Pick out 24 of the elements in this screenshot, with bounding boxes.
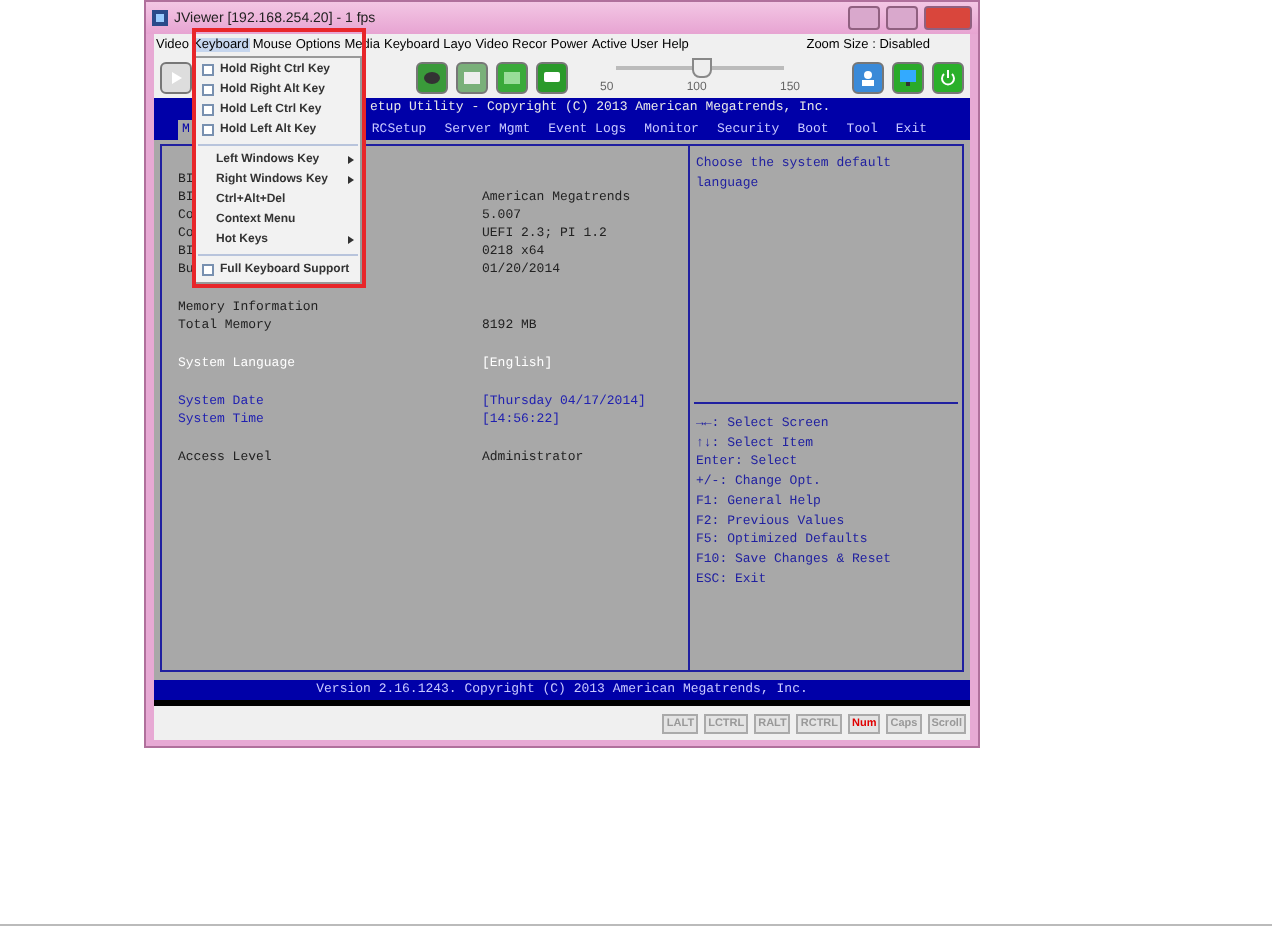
mouse-button[interactable] [416, 61, 448, 93]
checkbox[interactable] [202, 64, 214, 76]
keyboard-button[interactable] [536, 61, 568, 93]
checkbox[interactable] [202, 84, 214, 96]
monitor-icon [900, 69, 916, 85]
slider-thumb[interactable] [692, 58, 712, 78]
power-icon [940, 69, 956, 85]
play-button[interactable] [160, 61, 192, 93]
checkbox[interactable] [202, 104, 214, 116]
monitor-button[interactable] [892, 61, 924, 93]
submenu-arrow-icon [348, 176, 354, 184]
user-icon [860, 69, 876, 85]
maximize-button[interactable] [886, 6, 918, 30]
submenu-arrow-icon [348, 156, 354, 164]
media-button[interactable] [496, 61, 528, 93]
play-icon [170, 71, 182, 83]
minimize-button[interactable] [848, 6, 880, 30]
checkbox[interactable] [202, 264, 214, 276]
app-icon [152, 10, 168, 26]
checkbox[interactable] [202, 124, 214, 136]
user-button[interactable] [852, 61, 884, 93]
power-button[interactable] [932, 61, 964, 93]
submenu-arrow-icon [348, 236, 354, 244]
drive-button[interactable] [456, 61, 488, 93]
